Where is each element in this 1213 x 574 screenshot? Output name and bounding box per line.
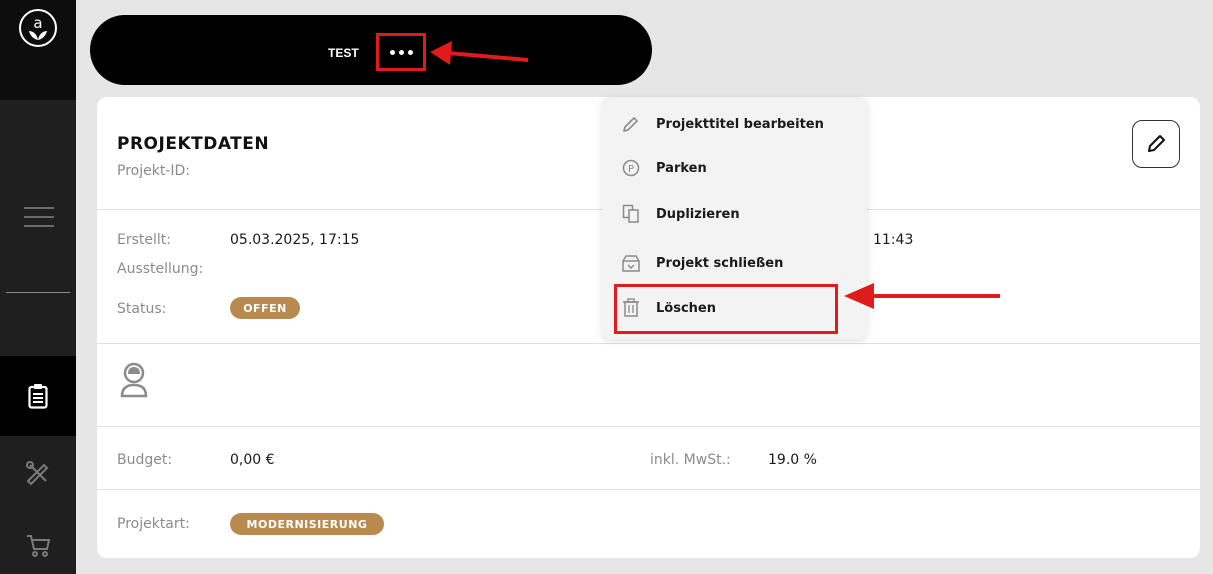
sidebar: a	[0, 0, 76, 574]
updated-time-value: 11:43	[873, 232, 914, 248]
budget-value: 0,00 €	[230, 452, 275, 468]
sidebar-item-tools[interactable]	[0, 448, 76, 498]
project-type-label: Projektart:	[117, 516, 190, 532]
project-header	[90, 15, 652, 85]
project-id-label: Projekt-ID:	[117, 163, 190, 179]
edit-button[interactable]	[1132, 120, 1180, 168]
logo-icon[interactable]: a	[19, 9, 57, 47]
status-label: Status:	[117, 301, 167, 317]
menu-item-close-project[interactable]: Projekt schließen	[620, 252, 783, 274]
menu-item-label: Projekt schließen	[656, 255, 784, 271]
sidebar-divider	[6, 292, 70, 293]
more-dots-icon	[389, 49, 395, 55]
parking-icon: P	[620, 157, 642, 179]
vat-label: inkl. MwSt.:	[650, 452, 731, 468]
menu-item-label: Duplizieren	[656, 206, 740, 222]
tools-icon	[26, 461, 49, 486]
menu-item-duplicate[interactable]: Duplizieren	[620, 203, 740, 225]
exhibition-label: Ausstellung:	[117, 261, 204, 277]
row-divider	[97, 489, 1200, 490]
person-avatar-icon	[120, 362, 148, 398]
row-divider	[97, 426, 1200, 427]
project-type-badge: MODERNISIERUNG	[230, 513, 384, 535]
budget-label: Budget:	[117, 452, 173, 468]
menu-item-park[interactable]: P Parken	[620, 157, 707, 179]
status-badge: OFFEN	[230, 297, 300, 319]
created-value: 05.03.2025, 17:15	[230, 232, 360, 248]
annotation-arrow-icon	[430, 41, 529, 65]
logo-letter: a	[33, 14, 43, 32]
duplicate-icon	[620, 203, 642, 225]
menu-item-label: Parken	[656, 160, 707, 176]
clipboard-icon	[28, 384, 48, 409]
project-title: TEST	[328, 46, 359, 60]
sidebar-logo-area: a	[0, 0, 76, 100]
cart-icon	[27, 535, 51, 557]
svg-text:P: P	[628, 164, 634, 175]
pencil-icon	[1148, 135, 1165, 152]
close-project-icon	[620, 252, 642, 274]
highlight-box	[614, 284, 838, 334]
menu-item-edit-title[interactable]: Projekttitel bearbeiten	[620, 113, 824, 135]
menu-icon[interactable]	[24, 207, 54, 234]
menu-item-label: Projekttitel bearbeiten	[656, 116, 824, 132]
sidebar-item-project[interactable]	[0, 356, 76, 436]
section-title: PROJEKTDATEN	[117, 134, 270, 154]
more-options-button[interactable]	[376, 33, 426, 71]
annotation-arrow-icon	[844, 283, 1000, 309]
logo-leaf-icon	[29, 31, 47, 40]
pencil-icon	[620, 113, 642, 135]
created-label: Erstellt:	[117, 232, 171, 248]
vat-value: 19.0 %	[768, 452, 817, 468]
row-divider	[97, 343, 1200, 344]
sidebar-item-cart[interactable]	[0, 520, 76, 570]
